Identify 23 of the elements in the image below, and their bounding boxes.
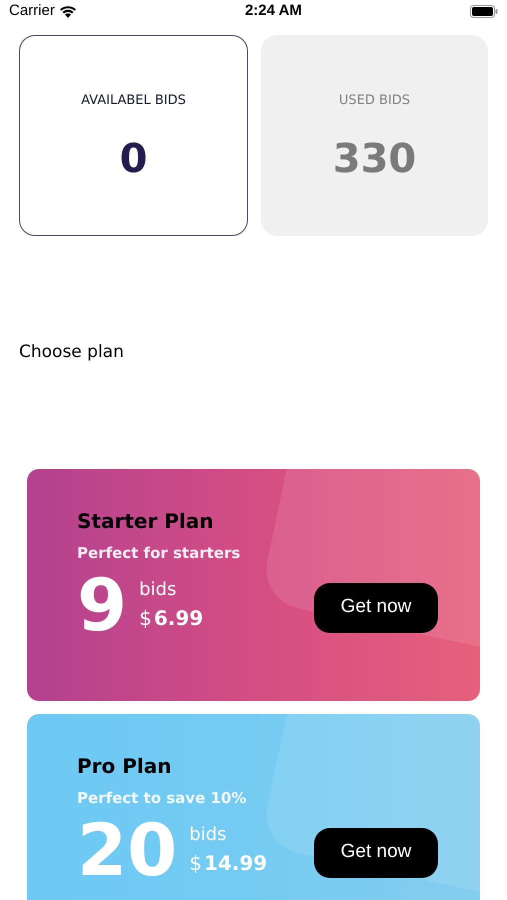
currency-symbol: $ [139,605,152,632]
stat-label: AVAILABEL BIDS [81,92,186,110]
plan-tagline: Perfect to save 10% [77,788,248,809]
stat-value: 0 [120,138,148,179]
carrier-label: Carrier [9,1,55,21]
wifi-icon [58,4,77,18]
get-now-button[interactable]: Get now [314,828,438,878]
bids-unit: bids [189,823,228,847]
status-time: 2:24 AM [244,1,302,21]
plan-price: 6.99 [154,605,204,632]
plan-name: Pro Plan [77,754,172,779]
bid-count: 20 [77,814,178,886]
currency-symbol: $ [189,850,202,877]
plan-price: 14.99 [204,850,268,877]
stat-label: USED BIDS [338,92,410,110]
bid-count: 9 [77,568,128,640]
plan-tagline: Perfect for starters [77,543,240,564]
stat-value: 330 [332,138,416,179]
battery-icon [470,4,498,18]
bids-unit: bids [139,578,178,602]
plan-name: Starter Plan [77,509,215,534]
get-now-button[interactable]: Get now [314,582,438,632]
section-title: Choose plan [19,340,125,364]
